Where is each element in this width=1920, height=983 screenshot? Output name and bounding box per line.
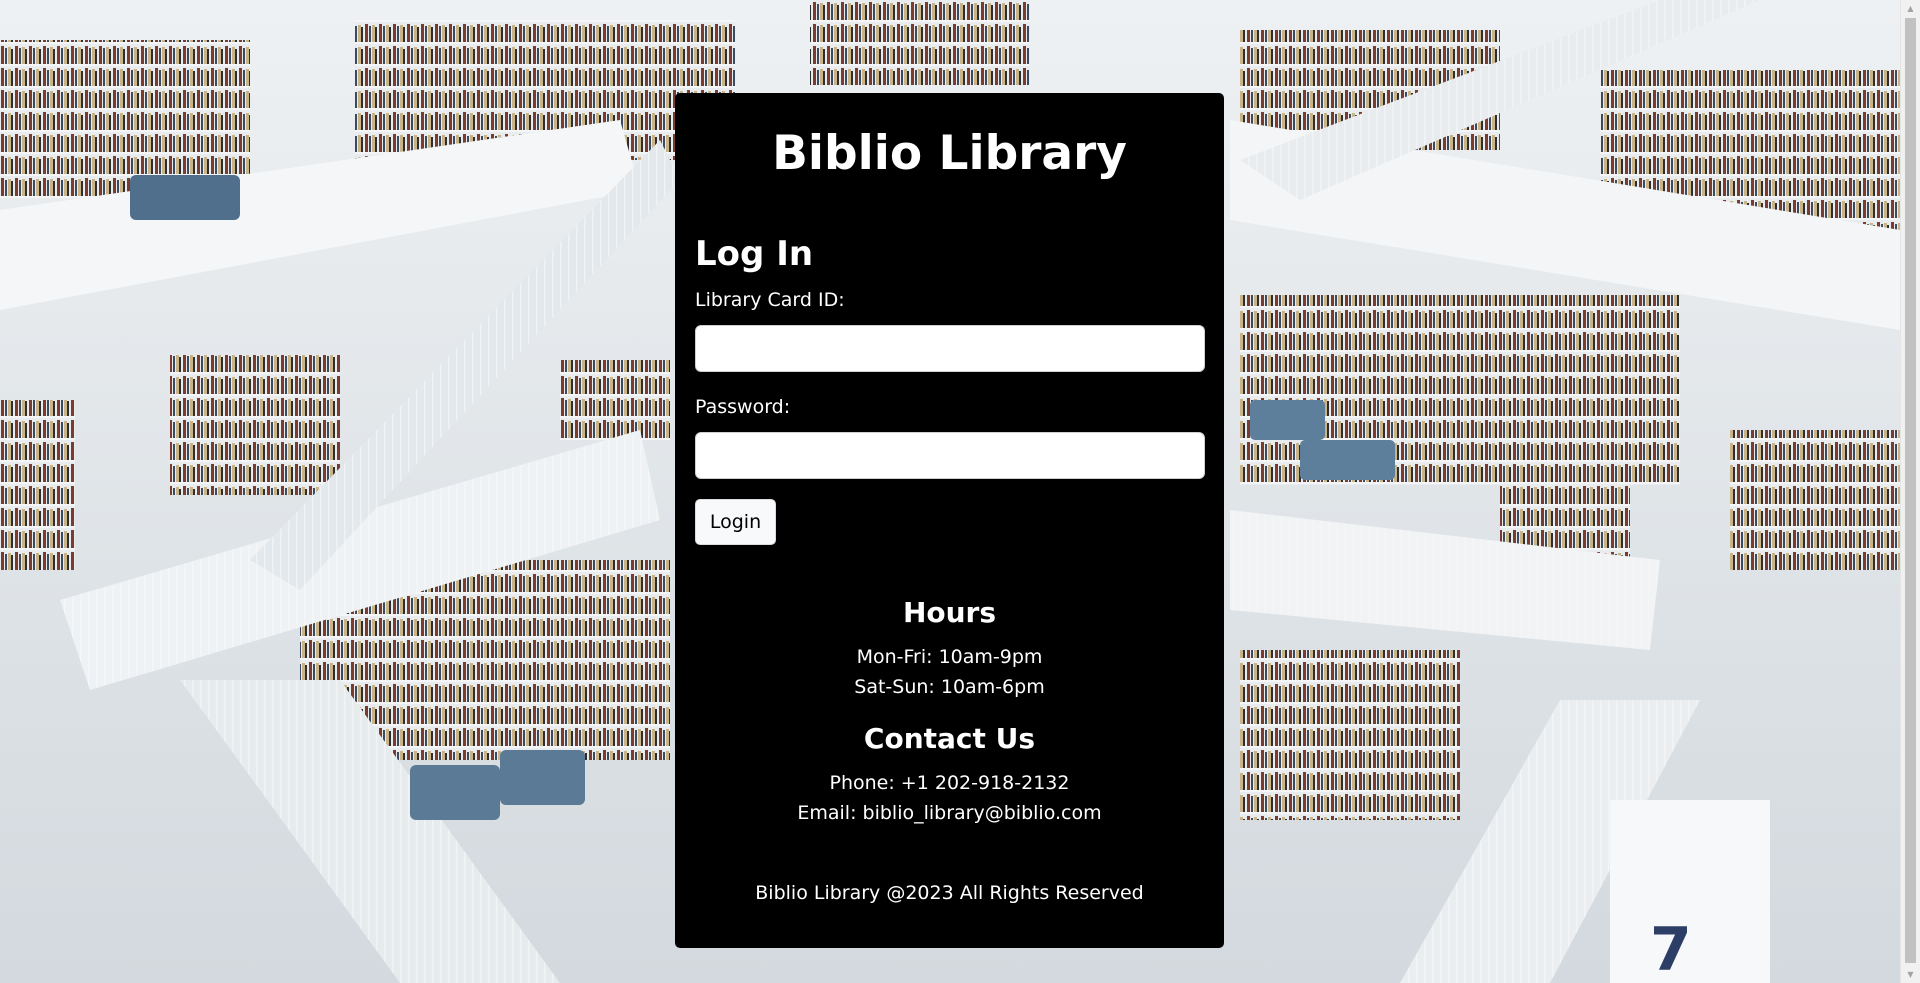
contact-email: Email: biblio_library@biblio.com	[797, 802, 1102, 824]
library-card-id-label: Library Card ID:	[695, 289, 845, 311]
svg-text:7: 7	[1650, 915, 1692, 983]
login-heading: Log In	[695, 234, 814, 274]
contact-phone: Phone: +1 202-918-2132	[829, 772, 1070, 794]
login-button[interactable]: Login	[695, 499, 776, 545]
scroll-down-arrow-icon[interactable]: ▼	[1901, 966, 1920, 983]
login-panel: Biblio Library Log In Library Card ID: P…	[675, 93, 1224, 948]
contact-heading: Contact Us	[863, 722, 1036, 755]
library-card-id-input[interactable]	[695, 325, 1205, 372]
footer-copyright: Biblio Library @2023 All Rights Reserved	[755, 882, 1144, 904]
hours-weekday: Mon-Fri: 10am-9pm	[856, 646, 1043, 668]
site-title: Biblio Library	[772, 126, 1127, 181]
scroll-up-arrow-icon[interactable]: ▲	[1901, 0, 1920, 17]
page-viewport: 7 Biblio Library Log In Library Card ID:…	[0, 0, 1900, 983]
hours-weekend: Sat-Sun: 10am-6pm	[854, 676, 1045, 698]
page-scrollbar[interactable]: ▲ ▼	[1900, 0, 1920, 983]
password-label: Password:	[695, 396, 791, 418]
hours-heading: Hours	[902, 596, 997, 629]
password-input[interactable]	[695, 432, 1205, 479]
scrollbar-thumb[interactable]	[1905, 18, 1916, 963]
